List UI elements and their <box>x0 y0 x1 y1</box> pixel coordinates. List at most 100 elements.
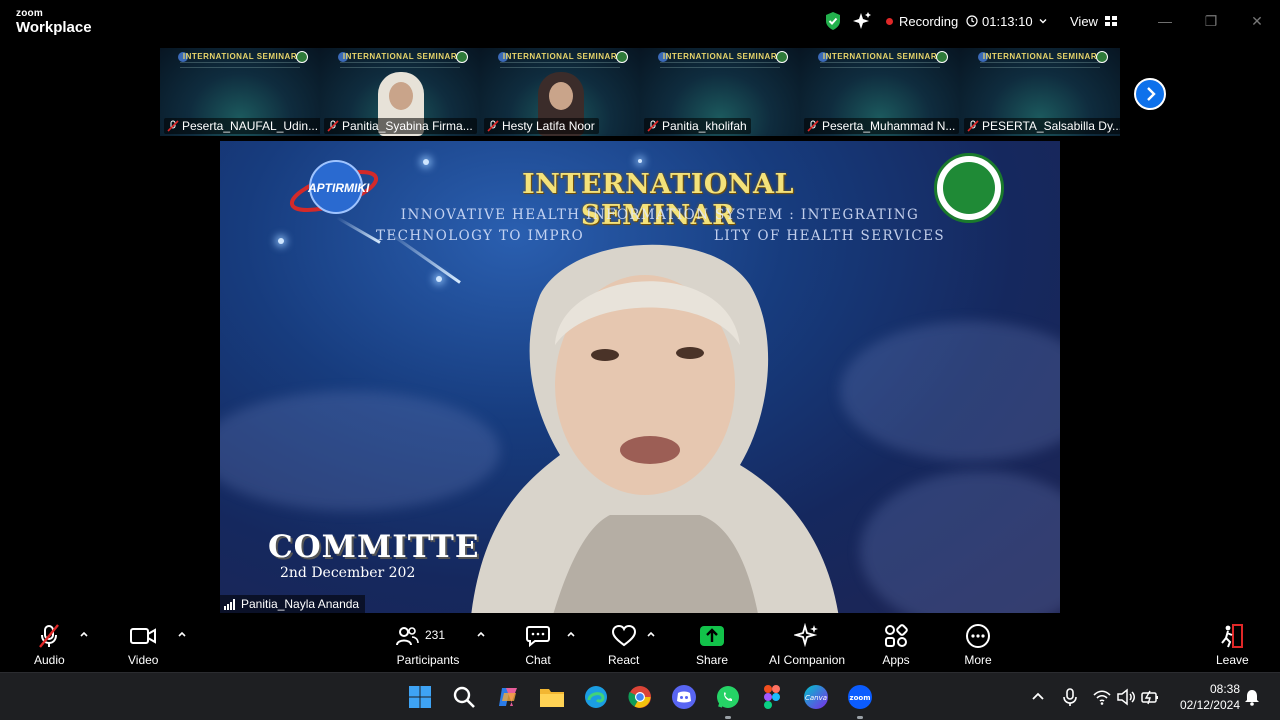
chevron-right-icon <box>1147 87 1156 101</box>
video-options-chevron-up-icon[interactable] <box>176 628 188 640</box>
speaker-person <box>471 244 839 613</box>
thumbnail-logo-right <box>456 51 468 63</box>
windows-taskbar: Canva zoom 08:38 02/12/2024 <box>0 672 1280 720</box>
clock-time: 08:38 <box>1209 682 1240 696</box>
next-page-button[interactable] <box>1134 78 1166 110</box>
chat-bubble-icon <box>524 622 552 650</box>
chat-options-chevron-up-icon[interactable] <box>565 628 577 640</box>
zoom-logo: zoom Workplace <box>16 9 92 36</box>
notification-bell-icon[interactable] <box>1242 687 1262 707</box>
participant-name-tag: PESERTA_Salsabilla Dy... <box>964 118 1120 134</box>
leave-button[interactable]: Leave <box>1216 622 1249 670</box>
participant-thumbnail[interactable]: INTERNATIONAL SEMINAR Peserta_NAUFAL_Udin… <box>160 48 320 136</box>
mic-muted-icon <box>327 120 339 132</box>
clock-date: 02/12/2024 <box>1179 698 1240 712</box>
more-button[interactable]: More <box>964 622 992 670</box>
recording-dot-icon <box>886 17 893 25</box>
participant-name-tag: Hesty Latifa Noor <box>484 118 599 134</box>
video-camera-icon <box>129 622 157 650</box>
mic-muted-icon <box>487 120 499 132</box>
participants-options-chevron-up-icon[interactable] <box>475 628 487 640</box>
zoom-meeting-window: zoom Workplace Recording 01:13:10 View —… <box>0 0 1280 672</box>
thumbnail-subtitle-lines <box>500 62 620 68</box>
chat-button[interactable]: Chat <box>524 622 552 670</box>
participant-thumbnail[interactable]: INTERNATIONAL SEMINAR Peserta_Muhammad N.… <box>800 48 960 136</box>
share-button[interactable]: Share <box>696 622 728 670</box>
view-button[interactable]: View <box>1070 10 1118 32</box>
view-label: View <box>1070 13 1098 29</box>
title-bar: zoom Workplace Recording 01:13:10 View —… <box>0 0 1280 44</box>
more-dots-icon <box>964 622 992 650</box>
apps-icon <box>882 622 910 650</box>
audio-label: Audio <box>34 653 65 667</box>
windows-start-icon[interactable] <box>406 683 434 711</box>
participant-thumbnail[interactable]: INTERNATIONAL SEMINAR Hesty Latifa Noor <box>480 48 640 136</box>
thumbnail-subtitle-lines <box>980 62 1100 68</box>
participants-button[interactable]: 231 Participants <box>395 622 461 670</box>
participant-name-tag: Panitia_Syabina Firma... <box>324 118 477 134</box>
react-label: React <box>608 653 640 667</box>
share-screen-icon <box>698 622 726 650</box>
meeting-timer[interactable]: 01:13:10 <box>966 10 1049 32</box>
discord-icon[interactable] <box>670 683 698 711</box>
whatsapp-icon[interactable] <box>714 683 742 719</box>
participant-thumbnail[interactable]: INTERNATIONAL SEMINAR PESERTA_Salsabilla … <box>960 48 1120 136</box>
chat-label: Chat <box>525 653 551 667</box>
sparkle-icon[interactable] <box>852 10 872 32</box>
mic-muted-icon <box>807 120 819 132</box>
zoom-app-icon[interactable]: zoom <box>846 683 874 719</box>
heart-icon <box>610 622 638 650</box>
thumbnail-subtitle-lines <box>820 62 940 68</box>
participant-name: PESERTA_Salsabilla Dy... <box>982 119 1120 133</box>
close-icon[interactable]: ✕ <box>1242 10 1272 32</box>
ai-sparkle-icon <box>793 622 821 650</box>
speaker-name-tag: Panitia_Nayla Ananda <box>220 595 366 613</box>
video-button[interactable]: Video <box>128 622 158 670</box>
restore-icon[interactable]: ❐ <box>1196 10 1226 32</box>
system-clock[interactable]: 08:38 02/12/2024 <box>1170 681 1240 713</box>
svg-text:Canva: Canva <box>805 694 827 702</box>
audio-options-chevron-up-icon[interactable] <box>78 628 90 640</box>
figma-icon[interactable] <box>758 683 786 711</box>
react-options-chevron-up-icon[interactable] <box>645 628 657 640</box>
share-label: Share <box>696 653 729 667</box>
mic-muted-icon <box>647 120 659 132</box>
volume-icon[interactable] <box>1116 687 1136 707</box>
audio-button[interactable]: Audio <box>34 622 65 670</box>
star-sparkle <box>278 238 284 244</box>
chrome-icon[interactable] <box>626 683 654 711</box>
battery-charging-icon[interactable] <box>1140 687 1160 707</box>
file-explorer-icon[interactable] <box>538 683 566 711</box>
more-label: More <box>964 653 992 667</box>
minimize-icon[interactable]: — <box>1150 10 1180 32</box>
edge-browser-icon[interactable] <box>582 683 610 711</box>
participant-thumbnail[interactable]: INTERNATIONAL SEMINAR Panitia_kholifah <box>640 48 800 136</box>
recording-indicator[interactable]: Recording <box>886 10 958 32</box>
search-icon[interactable] <box>450 683 478 711</box>
canva-icon[interactable]: Canva <box>802 683 830 711</box>
chevron-up-icon[interactable] <box>1028 687 1048 707</box>
copilot-icon[interactable] <box>494 683 522 711</box>
participant-thumbnail[interactable]: INTERNATIONAL SEMINAR Panitia_Syabina Fir… <box>320 48 480 136</box>
mic-muted-icon <box>35 622 63 650</box>
thumbnail-logo-right <box>776 51 788 63</box>
brand-bottom-text: Workplace <box>16 19 92 36</box>
wifi-icon[interactable] <box>1092 687 1112 707</box>
participant-name: Peserta_Muhammad N... <box>822 119 956 133</box>
svg-text:zoom: zoom <box>850 694 871 702</box>
microphone-icon[interactable] <box>1060 687 1080 707</box>
star-sparkle <box>423 159 429 165</box>
clock-icon <box>966 15 978 27</box>
running-indicator <box>725 716 731 719</box>
react-button[interactable]: React <box>608 622 639 670</box>
mic-muted-icon <box>967 120 979 132</box>
participant-face <box>549 82 573 110</box>
ai-companion-button[interactable]: AI Companion <box>769 622 845 670</box>
participant-name: Peserta_NAUFAL_Udin... <box>182 119 319 133</box>
committee-text: COMMITTE <box>268 529 480 565</box>
shield-check-icon[interactable] <box>824 10 844 32</box>
active-speaker-video[interactable]: APTIRMIKI INTERNATIONAL SEMINAR INNOVATI… <box>220 141 1060 613</box>
apps-button[interactable]: Apps <box>882 622 910 670</box>
star-sparkle <box>638 159 642 163</box>
thumbnail-logo-right <box>1096 51 1108 63</box>
